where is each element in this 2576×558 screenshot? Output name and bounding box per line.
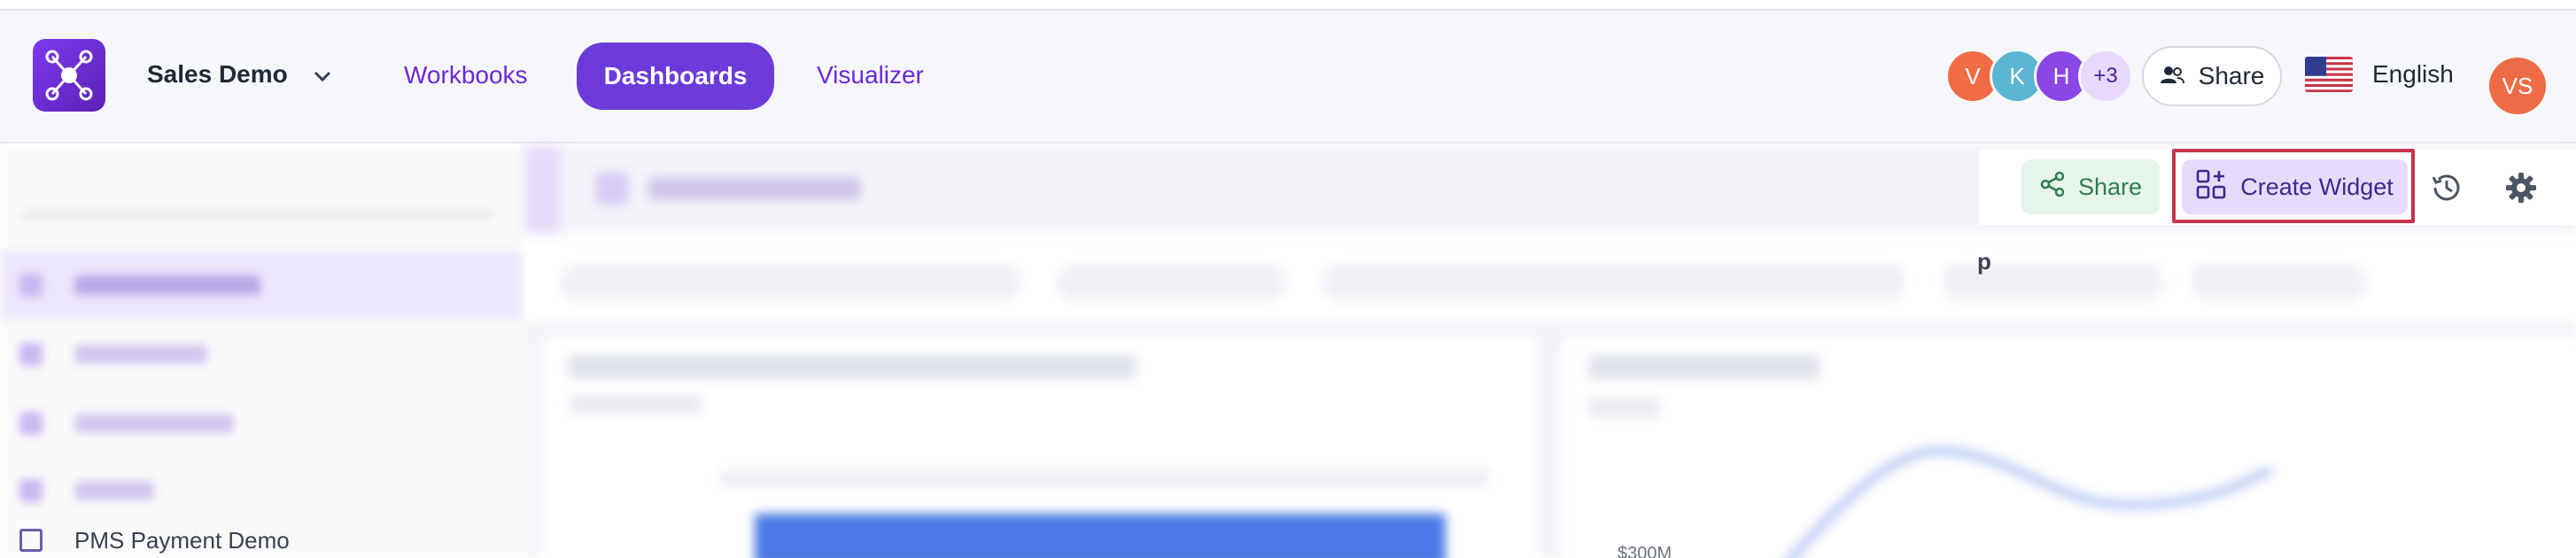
us-flag-icon	[2305, 57, 2353, 92]
sidebar-item	[0, 390, 524, 457]
filter-bar	[524, 234, 2576, 322]
dashboards-sidebar	[0, 145, 524, 558]
dashboard-share-button[interactable]: Share	[2021, 159, 2160, 214]
history-icon[interactable]	[2429, 170, 2464, 210]
create-widget-button[interactable]: Create Widget	[2182, 159, 2408, 214]
widget-card	[1563, 337, 2576, 558]
nav-dashboards[interactable]: Dashboards	[577, 43, 774, 110]
header-share-label: Share	[2198, 62, 2265, 89]
sidebar-item	[0, 321, 524, 388]
chart-axis-label: $300M	[1618, 544, 1672, 558]
browser-top-strip	[0, 0, 2576, 11]
sidebar-item-pms-payment-demo: PMS Payment Demo	[0, 523, 524, 558]
widget-card	[542, 337, 1540, 558]
sidebar-item-label: PMS Payment Demo	[74, 526, 290, 554]
sidebar-item	[0, 252, 524, 319]
collaborators-more-badge[interactable]: +3	[2078, 49, 2133, 104]
share-nodes-icon	[2039, 171, 2066, 204]
nav-workbooks[interactable]: Workbooks	[404, 61, 528, 89]
language-label: English	[2372, 60, 2454, 88]
dashboard-icon	[19, 529, 43, 552]
language-selector[interactable]: English	[2305, 57, 2454, 92]
settings-gear-icon[interactable]	[2503, 170, 2539, 210]
create-widget-label: Create Widget	[2240, 173, 2394, 200]
dashboard-title	[595, 172, 861, 205]
chevron-down-icon	[313, 60, 332, 89]
people-icon	[2160, 62, 2184, 90]
project-selector[interactable]: Sales Demo	[147, 60, 332, 89]
network-logo-icon	[45, 50, 93, 101]
user-avatar[interactable]: VS	[2489, 58, 2546, 114]
app-logo[interactable]	[33, 39, 105, 112]
sidebar-search	[21, 181, 493, 216]
filter-chip-partial: p	[1977, 248, 1991, 275]
app-header: Sales Demo Workbooks Dashboards Visualiz…	[0, 11, 2576, 143]
add-widget-icon	[2196, 169, 2226, 205]
project-name: Sales Demo	[147, 60, 288, 88]
sidebar-item	[0, 457, 524, 524]
header-share-button[interactable]: Share	[2142, 46, 2282, 106]
dashboard-share-label: Share	[2077, 173, 2143, 200]
nav-visualizer[interactable]: Visualizer	[817, 61, 924, 89]
